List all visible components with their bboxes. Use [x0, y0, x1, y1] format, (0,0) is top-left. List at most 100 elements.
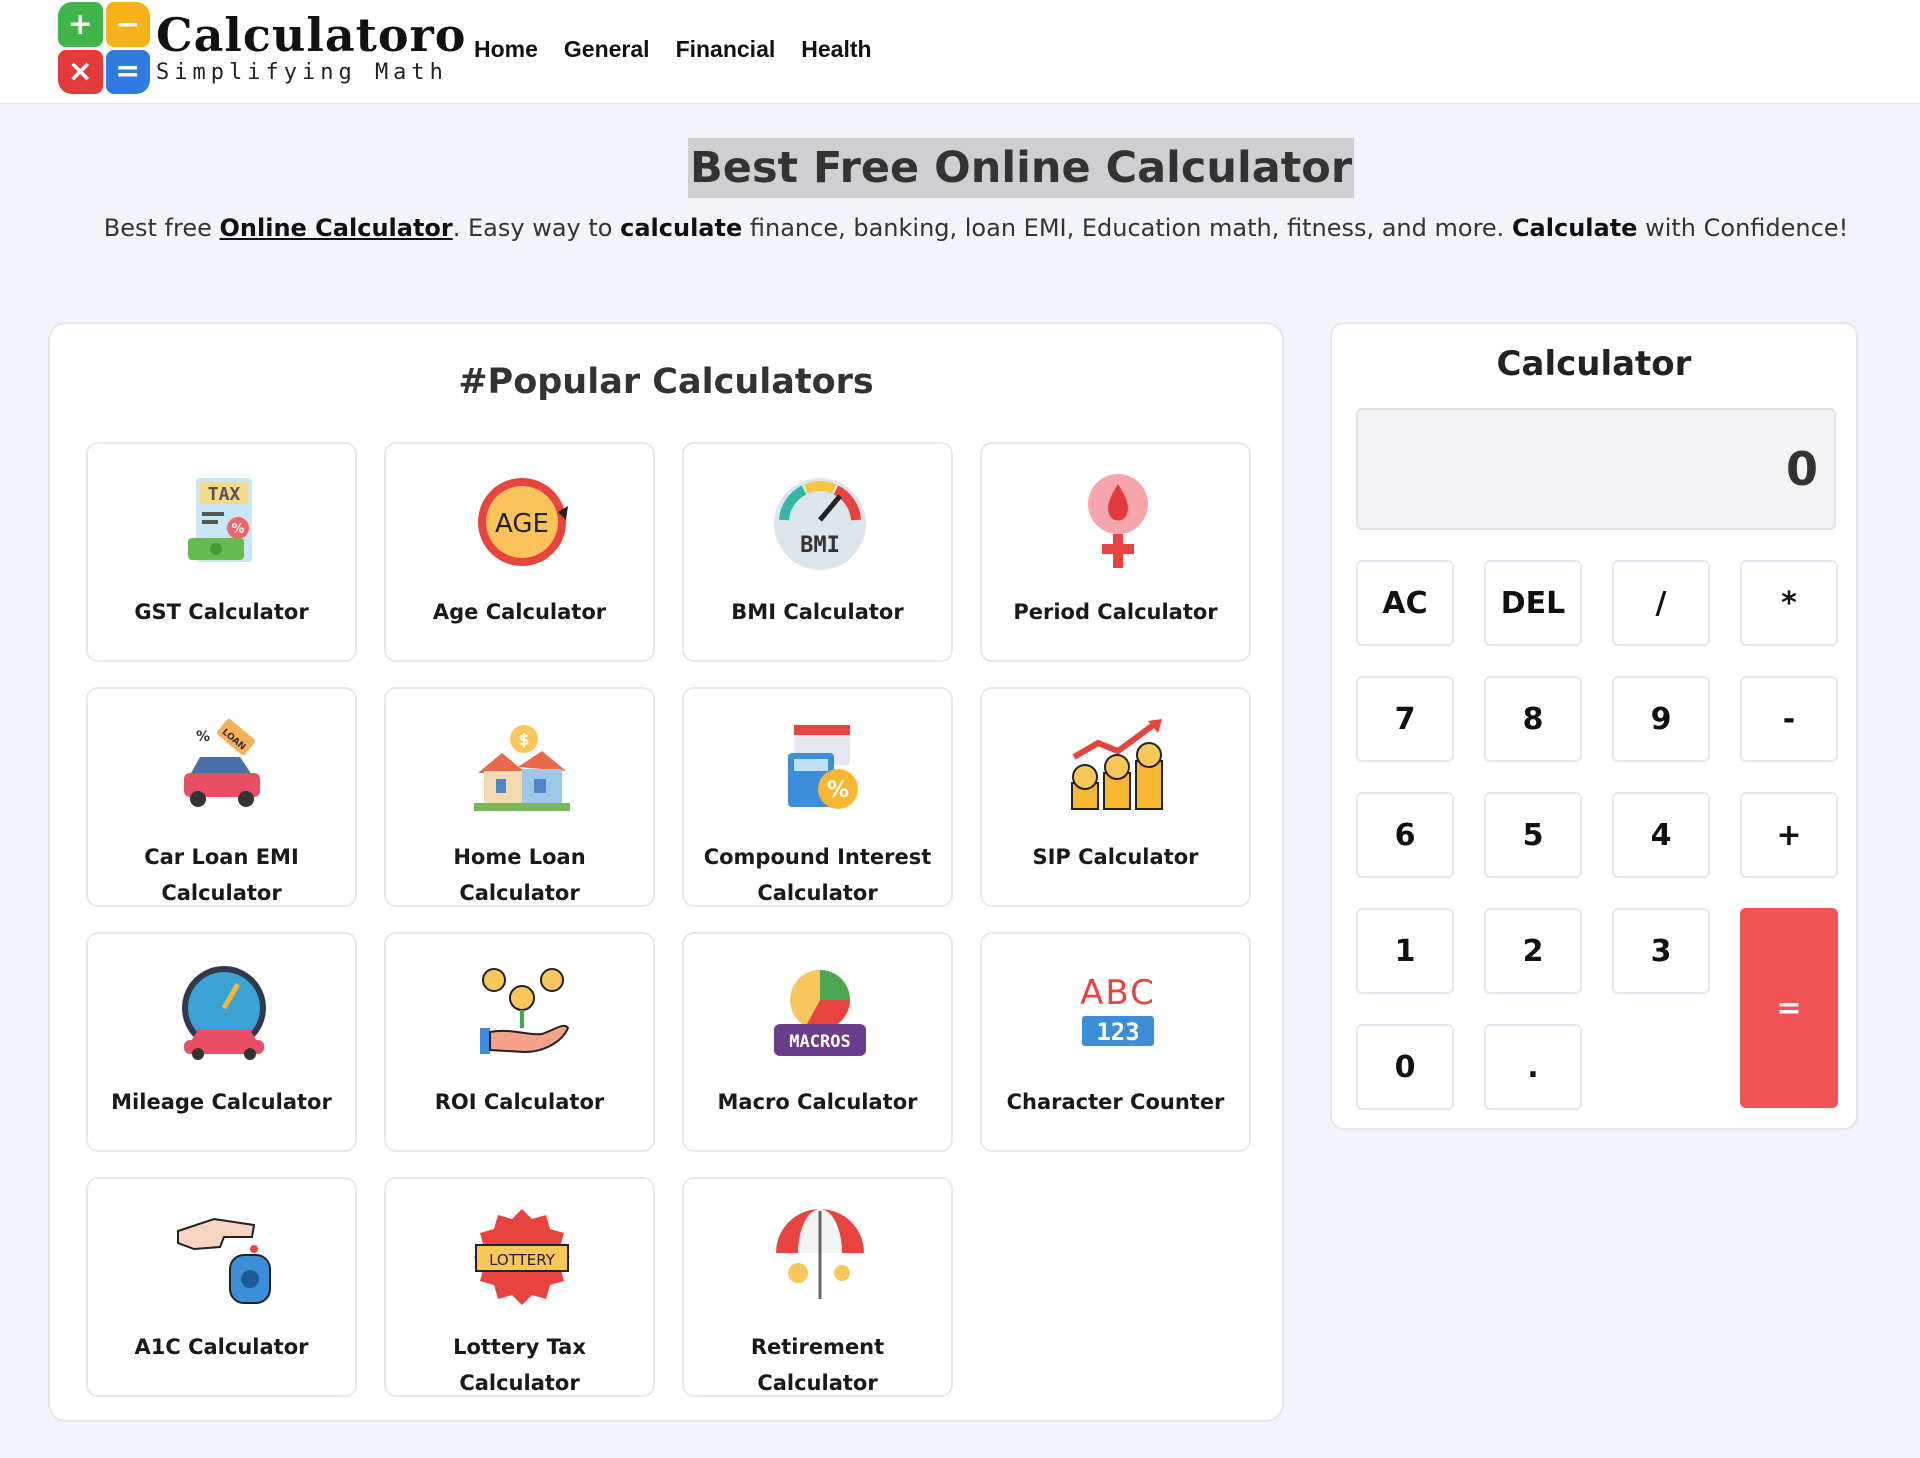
plus-icon: + — [58, 2, 103, 47]
card-period-calculator[interactable]: Period Calculator — [980, 442, 1251, 662]
key-equals[interactable]: = — [1740, 908, 1838, 1108]
logo-title: Calculatoro — [156, 8, 467, 62]
card-label: Character Counter — [1006, 1090, 1225, 1114]
calculator-title: Calculator — [1496, 344, 1692, 384]
card-label: Compound Interest Calculator — [703, 845, 932, 905]
page-subtitle: Best free Online Calculator. Easy way to… — [0, 214, 1920, 242]
tax-receipt-icon: TAX % — [188, 478, 252, 562]
card-label: Home Loan Calculator — [453, 845, 586, 905]
card-character-counter[interactable]: ABC 123 Character Counter — [980, 932, 1251, 1152]
card-label: Period Calculator — [1013, 600, 1218, 624]
card-mileage-calculator[interactable]: Mileage Calculator — [86, 932, 357, 1152]
logo-mark: + − × = — [58, 2, 150, 94]
card-compound-interest-calculator[interactable]: % Compound Interest Calculator — [682, 687, 953, 907]
card-label: BMI Calculator — [731, 600, 904, 624]
icon-text: MACROS — [789, 1032, 850, 1052]
key-2[interactable]: 2 — [1484, 908, 1582, 994]
key-decimal[interactable]: . — [1484, 1024, 1582, 1110]
svg-text:%: % — [827, 778, 849, 803]
svg-text:%: % — [196, 729, 210, 745]
card-sip-calculator[interactable]: SIP Calculator — [980, 687, 1251, 907]
nav-financial[interactable]: Financial — [676, 36, 776, 63]
card-gst-calculator[interactable]: TAX % GST Calculator — [86, 442, 357, 662]
multiply-icon: × — [58, 49, 103, 94]
subtitle-text: Best free — [103, 214, 220, 242]
nav-home[interactable]: Home — [474, 36, 538, 63]
key-0[interactable]: 0 — [1356, 1024, 1454, 1110]
key-5[interactable]: 5 — [1484, 792, 1582, 878]
icon-text: BMI — [800, 533, 840, 558]
key-divide[interactable]: / — [1612, 560, 1710, 646]
card-retirement-calculator[interactable]: Retirement Calculator — [682, 1177, 953, 1397]
card-label: Mileage Calculator — [111, 1090, 332, 1114]
card-label: SIP Calculator — [1032, 845, 1199, 869]
calculator-widget: Calculator 0 AC DEL / * 7 8 9 - 6 5 4 + … — [1330, 322, 1858, 1130]
site-logo[interactable]: + − × = Calculatoro Simplifying Math — [58, 2, 466, 94]
card-car-loan-emi-calculator[interactable]: LOAN % Car Loan EMI Calculator — [86, 687, 357, 907]
coins-growth-icon — [1071, 719, 1163, 810]
subtitle-text: . Easy way to — [452, 214, 621, 242]
calendar-calculator-icon: % — [788, 725, 858, 809]
card-label: Lottery Tax Calculator — [453, 1335, 586, 1395]
key-minus[interactable]: - — [1740, 676, 1838, 762]
lottery-badge-icon: LOTTERY — [474, 1209, 570, 1305]
umbrella-coins-icon — [776, 1209, 864, 1299]
glucose-meter-icon — [177, 1217, 271, 1304]
site-header: + − × = Calculatoro Simplifying Math Hom… — [0, 0, 1920, 104]
card-macro-calculator[interactable]: MACROS Macro Calculator — [682, 932, 953, 1152]
car-loan-icon: LOAN % — [184, 718, 260, 807]
online-calculator-link[interactable]: Online Calculator — [220, 214, 453, 242]
card-label: Car Loan EMI Calculator — [144, 845, 299, 905]
card-label: A1C Calculator — [134, 1335, 309, 1359]
equals-icon: = — [105, 49, 150, 94]
key-multiply[interactable]: * — [1740, 560, 1838, 646]
macros-pie-icon: MACROS — [774, 970, 866, 1056]
icon-text: TAX — [208, 484, 241, 505]
hand-coins-icon — [480, 968, 570, 1054]
card-home-loan-calculator[interactable]: $ Home Loan Calculator — [384, 687, 655, 907]
card-age-calculator[interactable]: AGE Age Calculator — [384, 442, 655, 662]
card-label: Age Calculator — [432, 600, 607, 624]
popular-calculators-title: #Popular Calculators — [458, 362, 874, 402]
key-8[interactable]: 8 — [1484, 676, 1582, 762]
abc-123-icon: ABC 123 — [1080, 973, 1156, 1046]
nav-health[interactable]: Health — [801, 36, 871, 63]
speedometer-car-icon — [182, 966, 266, 1060]
card-bmi-calculator[interactable]: BMI BMI Calculator — [682, 442, 953, 662]
card-label: GST Calculator — [134, 600, 309, 624]
key-3[interactable]: 3 — [1612, 908, 1710, 994]
female-drop-icon — [1088, 474, 1148, 568]
icon-text: ABC — [1080, 973, 1156, 1013]
popular-calculators-panel: #Popular Calculators TAX % GST Calculato… — [48, 322, 1284, 1422]
bmi-gauge-icon: BMI — [774, 478, 866, 570]
logo-tagline: Simplifying Math — [156, 60, 448, 85]
svg-text:%: % — [231, 522, 244, 537]
minus-icon: − — [105, 2, 150, 47]
key-6[interactable]: 6 — [1356, 792, 1454, 878]
key-delete[interactable]: DEL — [1484, 560, 1582, 646]
key-9[interactable]: 9 — [1612, 676, 1710, 762]
main-nav: Home General Financial Health — [474, 36, 872, 63]
subtitle-text: finance, banking, loan EMI, Education ma… — [742, 214, 1512, 242]
page-title: Best Free Online Calculator — [688, 138, 1355, 198]
icon-text: 123 — [1096, 1018, 1139, 1046]
subtitle-text: with Confidence! — [1637, 214, 1849, 242]
house-coin-icon: $ — [474, 725, 570, 811]
card-label: Macro Calculator — [717, 1090, 918, 1114]
age-icon: AGE — [478, 478, 568, 566]
svg-text:$: $ — [518, 730, 529, 749]
key-7[interactable]: 7 — [1356, 676, 1454, 762]
icon-text: AGE — [495, 509, 549, 539]
card-lottery-tax-calculator[interactable]: LOTTERY Lottery Tax Calculator — [384, 1177, 655, 1397]
subtitle-bold: Calculate — [1511, 214, 1638, 242]
nav-general[interactable]: General — [564, 36, 650, 63]
key-clear[interactable]: AC — [1356, 560, 1454, 646]
card-label: ROI Calculator — [434, 1090, 605, 1114]
key-1[interactable]: 1 — [1356, 908, 1454, 994]
card-a1c-calculator[interactable]: A1C Calculator — [86, 1177, 357, 1397]
key-4[interactable]: 4 — [1612, 792, 1710, 878]
card-roi-calculator[interactable]: ROI Calculator — [384, 932, 655, 1152]
key-plus[interactable]: + — [1740, 792, 1838, 878]
icon-text: LOTTERY — [489, 1251, 556, 1269]
card-label: Retirement Calculator — [750, 1335, 885, 1395]
